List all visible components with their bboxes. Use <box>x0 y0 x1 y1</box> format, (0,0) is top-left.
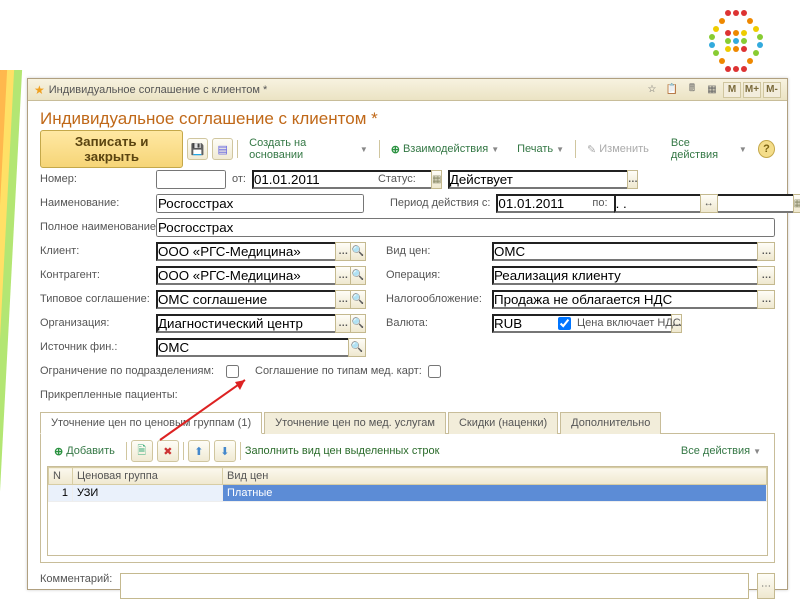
m-btn[interactable]: M <box>723 82 741 98</box>
mplus-btn[interactable]: M+ <box>743 82 761 98</box>
contragent-label: Контрагент: <box>40 269 150 281</box>
contragent-picker-icon[interactable]: … <box>335 266 351 285</box>
status-field[interactable] <box>448 170 627 189</box>
period-expand-icon[interactable]: ↔ <box>700 194 718 213</box>
col-n[interactable]: N <box>49 468 73 485</box>
template-label: Типовое соглашение: <box>40 293 150 305</box>
grid[interactable]: N Ценовая группа Вид цен 1 УЗИ Платные <box>47 466 768 556</box>
vat-included-label: Цена включает НДС <box>577 317 681 329</box>
operation-label: Операция: <box>386 269 486 281</box>
calc-icon[interactable]: 🖩 <box>683 82 701 98</box>
tab-additional[interactable]: Дополнительно <box>560 412 661 434</box>
currency-label: Валюта: <box>386 317 486 329</box>
print-button[interactable]: Печать▼ <box>510 139 571 159</box>
star-icon: ★ <box>34 83 45 97</box>
org-label: Организация: <box>40 317 150 329</box>
name-label: Наименование: <box>40 197 150 209</box>
finsrc-label: Источник фин.: <box>40 341 150 353</box>
calendar-icon[interactable]: ▦ <box>703 82 721 98</box>
cardtypes-label: Соглашение по типам мед. карт: <box>255 365 422 377</box>
org-search-icon[interactable]: 🔍 <box>351 314 366 333</box>
template-search-icon[interactable]: 🔍 <box>351 290 366 309</box>
tab-panel: ⊕Добавить 🗎 ✖ ⬆ ⬇ Заполнить вид цен выде… <box>40 434 775 563</box>
list-icon[interactable]: ▤ <box>212 138 233 160</box>
status-label: Статус: <box>378 173 416 185</box>
page-title: Индивидуальное соглашение с клиентом * <box>40 109 775 129</box>
table-row[interactable]: 1 УЗИ Платные <box>49 485 767 502</box>
pricetype-label: Вид цен: <box>386 245 486 257</box>
comment-expand-icon[interactable]: ⋯ <box>757 573 775 599</box>
org-field[interactable] <box>156 314 335 333</box>
clipboard-icon[interactable]: 📋 <box>663 82 681 98</box>
calendar-picker-icon[interactable]: ▦ <box>431 170 442 189</box>
number-field[interactable] <box>156 170 226 189</box>
pencil-icon: ✎ <box>587 143 596 156</box>
client-picker-icon[interactable]: … <box>335 242 351 261</box>
edit-button[interactable]: ✎Изменить <box>580 139 656 160</box>
pricetype-field[interactable] <box>492 242 757 261</box>
titlebar: ★ Индивидуальное соглашение с клиентом *… <box>28 79 787 101</box>
move-down-icon[interactable]: ⬇ <box>214 440 236 462</box>
tax-picker-icon[interactable]: … <box>757 290 775 309</box>
window: ★ Индивидуальное соглашение с клиентом *… <box>27 78 788 590</box>
tax-field[interactable] <box>492 290 757 309</box>
status-picker-icon[interactable]: … <box>627 170 638 189</box>
toolbar: Записать и закрыть 💾 ▤ Создать на основа… <box>40 137 775 161</box>
tab-price-groups[interactable]: Уточнение цен по ценовым группам (1) <box>40 412 262 434</box>
number-label: Номер: <box>40 173 150 185</box>
finsrc-field[interactable] <box>156 338 348 357</box>
comment-label: Комментарий: <box>40 573 112 585</box>
window-title: Индивидуальное соглашение с клиентом * <box>49 84 268 96</box>
tabs: Уточнение цен по ценовым группам (1) Уто… <box>40 411 775 434</box>
calendar-picker-icon[interactable]: ▦ <box>793 194 800 213</box>
grid-all-actions-button[interactable]: Все действия▼ <box>674 441 768 461</box>
tax-label: Налогообложение: <box>386 293 486 305</box>
tab-discounts[interactable]: Скидки (наценки) <box>448 412 558 434</box>
restrict-dept-checkbox[interactable] <box>226 365 239 378</box>
pricetype-picker-icon[interactable]: … <box>757 242 775 261</box>
client-label: Клиент: <box>40 245 150 257</box>
cardtypes-checkbox[interactable] <box>428 365 441 378</box>
client-field[interactable] <box>156 242 335 261</box>
add-button[interactable]: ⊕Добавить <box>47 441 122 462</box>
save-close-button[interactable]: Записать и закрыть <box>40 130 183 168</box>
period-label: Период действия с: <box>390 197 490 209</box>
comment-field[interactable] <box>120 573 749 599</box>
vat-included-checkbox[interactable] <box>558 317 571 330</box>
col-price[interactable]: Вид цен <box>223 468 767 485</box>
create-from-button[interactable]: Создать на основании▼ <box>242 133 375 165</box>
restrict-dept-label: Ограничение по подразделениям: <box>40 365 220 377</box>
help-icon[interactable]: ? <box>758 140 775 158</box>
client-search-icon[interactable]: 🔍 <box>351 242 366 261</box>
template-picker-icon[interactable]: … <box>335 290 351 309</box>
fullname-label: Полное наименование: <box>40 221 150 233</box>
all-actions-button[interactable]: Все действия▼ <box>664 133 754 165</box>
patients-label: Прикрепленные пациенты: <box>40 389 178 401</box>
from-label: от: <box>232 173 246 185</box>
mminus-btn[interactable]: M- <box>763 82 781 98</box>
delete-icon[interactable]: ✖ <box>157 440 179 462</box>
tab-med-services[interactable]: Уточнение цен по мед. услугам <box>264 412 446 434</box>
template-field[interactable] <box>156 290 335 309</box>
contragent-search-icon[interactable]: 🔍 <box>351 266 366 285</box>
fullname-field[interactable] <box>156 218 775 237</box>
name-field[interactable] <box>156 194 364 213</box>
move-up-icon[interactable]: ⬆ <box>188 440 210 462</box>
save-icon[interactable]: 💾 <box>187 138 208 160</box>
fav-icon[interactable]: ☆ <box>643 82 661 98</box>
operation-picker-icon[interactable]: … <box>757 266 775 285</box>
plus-icon: ⊕ <box>54 445 63 458</box>
to-label: по: <box>592 197 607 209</box>
org-picker-icon[interactable]: … <box>335 314 351 333</box>
interactions-button[interactable]: ⊕Взаимодействия▼ <box>384 139 506 160</box>
copy-icon[interactable]: 🗎 <box>131 440 153 462</box>
fill-price-link[interactable]: Заполнить вид цен выделенных строк <box>245 445 440 457</box>
operation-field[interactable] <box>492 266 757 285</box>
finsrc-search-icon[interactable]: 🔍 <box>348 338 366 357</box>
contragent-field[interactable] <box>156 266 335 285</box>
col-group[interactable]: Ценовая группа <box>73 468 223 485</box>
